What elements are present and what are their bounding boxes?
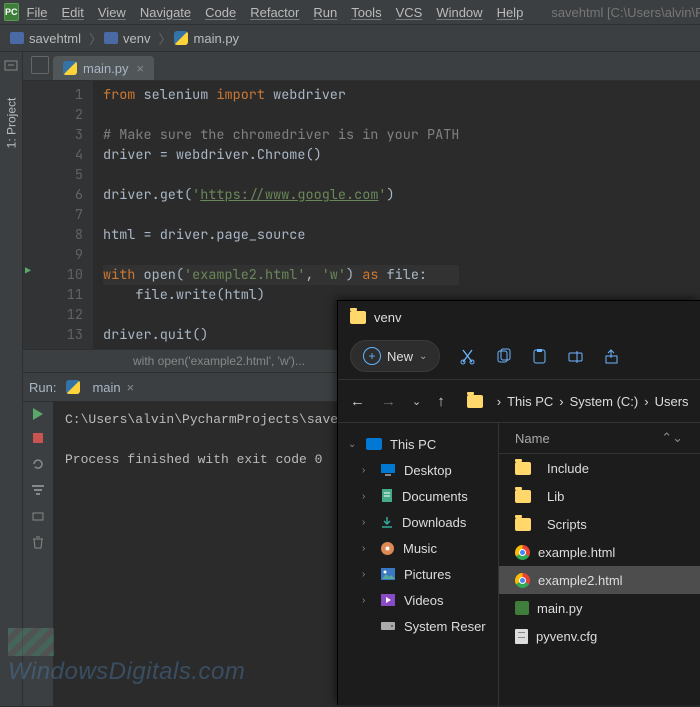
file-row[interactable]: main.py [499, 594, 700, 622]
breadcrumb-folder[interactable]: venv [104, 31, 150, 46]
file-row[interactable]: Include [499, 454, 700, 482]
folder-minus-icon[interactable] [4, 58, 18, 72]
address-breadcrumb[interactable]: ›This PC ›System (C:) ›Users [467, 394, 689, 409]
restart-icon[interactable] [30, 456, 46, 472]
folder-icon [10, 32, 24, 44]
breadcrumb-root[interactable]: savehtml [10, 31, 81, 46]
nav-breadcrumbs: savehtml 〉 venv 〉 main.py [0, 25, 700, 52]
close-icon[interactable]: × [127, 380, 135, 395]
tree-node[interactable]: ›Documents [338, 483, 498, 509]
watermark-graphic [8, 628, 54, 656]
menu-file[interactable]: File [27, 5, 48, 20]
back-icon[interactable]: ← [350, 393, 365, 410]
file-row[interactable]: pyvenv.cfg [499, 622, 700, 650]
tab-main-py[interactable]: main.py × [53, 56, 154, 80]
left-toolbar: 1: Project [0, 52, 23, 706]
tree-node[interactable]: ›Pictures [338, 561, 498, 587]
file-row[interactable]: example2.html [499, 566, 700, 594]
stop-icon[interactable] [30, 430, 46, 446]
rename-icon[interactable] [566, 347, 584, 365]
python-icon [63, 61, 77, 75]
run-label: Run: [29, 380, 56, 395]
menu-navigate[interactable]: Navigate [140, 5, 191, 20]
editor-dropdown-icon[interactable] [31, 56, 49, 74]
menu-bar: PC File Edit View Navigate Code Refactor… [0, 0, 700, 25]
new-button[interactable]: + New ⌄ [350, 340, 440, 372]
tree-node[interactable]: ›Music [338, 535, 498, 561]
forward-icon[interactable]: → [381, 393, 396, 410]
python-icon [174, 31, 188, 45]
run-icon[interactable] [33, 408, 43, 420]
python-icon [66, 380, 80, 394]
menu-edit[interactable]: Edit [61, 5, 83, 20]
menu-help[interactable]: Help [497, 5, 524, 20]
explorer-tree[interactable]: ⌄This PC›Desktop›Documents›Downloads›Mus… [338, 423, 499, 707]
file-row[interactable]: Scripts [499, 510, 700, 538]
file-row[interactable]: Lib [499, 482, 700, 510]
folder-icon [467, 395, 483, 408]
tree-node[interactable]: System Reser [338, 613, 498, 639]
recent-icon[interactable]: ⌄ [412, 395, 421, 408]
cut-icon[interactable] [458, 347, 476, 365]
app-icon: PC [4, 3, 19, 21]
line-number-gutter: 12345678910111213 [41, 81, 93, 349]
watermark-text: WindowsDigitals.com [8, 658, 245, 686]
plus-icon: + [363, 347, 381, 365]
editor-tabs: main.py × [23, 52, 700, 81]
explorer-toolbar: + New ⌄ [338, 333, 700, 380]
run-config-name[interactable]: main [92, 380, 120, 395]
gutter-icons: ▶ [23, 81, 41, 349]
file-list-body: IncludeLibScriptsexample.htmlexample2.ht… [499, 454, 700, 650]
explorer-nav-bar: ← → ⌄ ↑ ›This PC ›System (C:) ›Users [338, 380, 700, 423]
menu-code[interactable]: Code [205, 5, 236, 20]
tree-node[interactable]: ›Downloads [338, 509, 498, 535]
explorer-file-list[interactable]: Name ⌃⌄ IncludeLibScriptsexample.htmlexa… [499, 423, 700, 707]
folder-icon [350, 311, 366, 324]
project-path: savehtml [C:\Users\alvin\PycharmP [551, 5, 700, 20]
menu-view[interactable]: View [98, 5, 126, 20]
menu-window[interactable]: Window [436, 5, 482, 20]
filter-icon[interactable] [30, 482, 46, 498]
file-explorer-window: venv + New ⌄ ← → ⌄ ↑ ›This PC ›System (C… [337, 300, 700, 705]
column-header-name[interactable]: Name ⌃⌄ [499, 423, 700, 454]
explorer-title: venv [374, 310, 401, 325]
menu-vcs[interactable]: VCS [396, 5, 423, 20]
tree-node[interactable]: ⌄This PC [338, 431, 498, 457]
project-tool-tab[interactable]: 1: Project [4, 98, 18, 149]
copy-icon[interactable] [494, 347, 512, 365]
menu-run[interactable]: Run [313, 5, 337, 20]
tab-label: main.py [83, 61, 129, 76]
menu-tools[interactable]: Tools [351, 5, 381, 20]
breadcrumb-file[interactable]: main.py [174, 31, 240, 46]
share-icon[interactable] [602, 347, 620, 365]
close-icon[interactable]: × [137, 61, 145, 76]
up-icon[interactable]: ↑ [437, 393, 445, 410]
file-row[interactable]: example.html [499, 538, 700, 566]
menu-refactor[interactable]: Refactor [250, 5, 299, 20]
folder-icon [104, 32, 118, 44]
tree-node[interactable]: ›Desktop [338, 457, 498, 483]
explorer-title-bar[interactable]: venv [338, 301, 700, 333]
print-icon[interactable] [30, 508, 46, 524]
sort-icon[interactable]: ⌃⌄ [661, 430, 683, 446]
tree-node[interactable]: ›Videos [338, 587, 498, 613]
paste-icon[interactable] [530, 347, 548, 365]
trash-icon[interactable] [30, 534, 46, 550]
